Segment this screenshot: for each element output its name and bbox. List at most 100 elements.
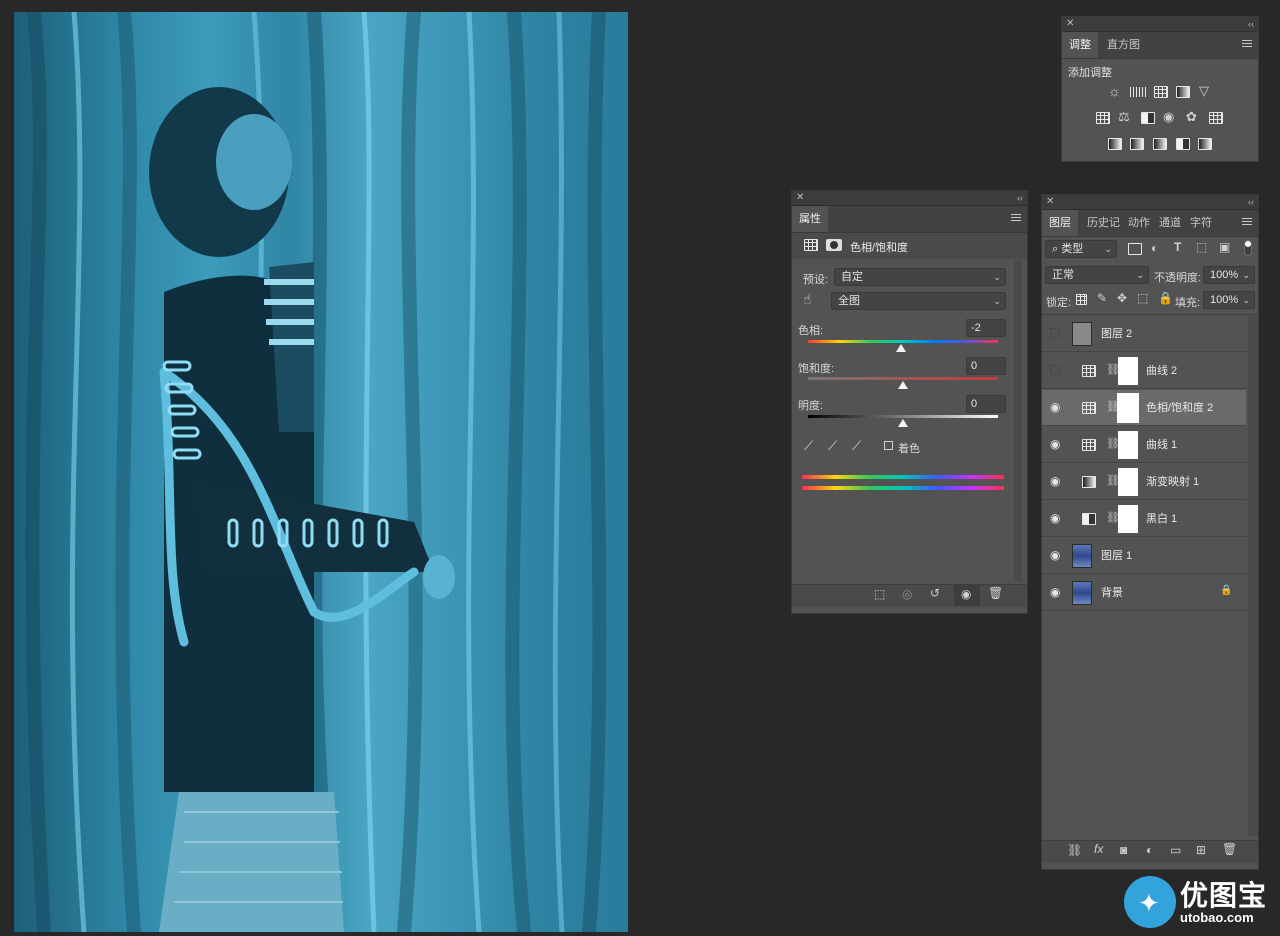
targeted-adjustment-hand-icon[interactable]: ☝ xyxy=(803,291,812,308)
eye-icon[interactable]: ◉ xyxy=(1050,437,1060,451)
saturation-slider-track[interactable] xyxy=(808,377,998,380)
tab-layers[interactable]: 图层 xyxy=(1042,210,1078,236)
tab-history[interactable]: 历史记 xyxy=(1080,210,1127,236)
eye-icon[interactable]: ◉ xyxy=(1050,400,1060,414)
tab-properties[interactable]: 属性 xyxy=(792,206,828,232)
close-icon[interactable]: ✕ xyxy=(796,191,804,205)
eye-icon[interactable]: ◉ xyxy=(1050,585,1060,599)
layer-name[interactable]: 曲线 1 xyxy=(1146,427,1177,463)
layer-name[interactable]: 图层 1 xyxy=(1101,538,1132,574)
layer-filter-dropdown[interactable]: ⌕ 类型 ⌄ xyxy=(1045,240,1117,258)
panel-menu-icon[interactable] xyxy=(1242,218,1252,227)
eye-icon[interactable]: ◉ xyxy=(1050,511,1060,525)
color-balance-icon[interactable]: ⚖ xyxy=(1118,109,1130,125)
layer-mask-thumbnail[interactable] xyxy=(1118,505,1138,533)
layer-row[interactable]: ◉ 背景 🔒 xyxy=(1042,575,1246,611)
clip-to-layer-icon[interactable]: ⬚ xyxy=(874,587,885,601)
layer-name[interactable]: 图层 2 xyxy=(1101,316,1132,352)
layer-name[interactable]: 渐变映射 1 xyxy=(1146,464,1199,500)
range-dropdown[interactable]: 全图 ⌄ xyxy=(831,292,1006,310)
blend-mode-dropdown[interactable]: 正常 ⌄ xyxy=(1045,266,1149,284)
lock-artboard-icon[interactable]: ⬚ xyxy=(1137,291,1148,305)
mask-icon[interactable] xyxy=(826,239,842,251)
layer-name[interactable]: 黑白 1 xyxy=(1146,501,1177,537)
link-layers-icon[interactable]: ⛓ xyxy=(1067,843,1082,857)
eyedropper-plus-icon[interactable]: ⟋ xyxy=(828,438,837,454)
layer-thumbnail[interactable] xyxy=(1072,581,1092,605)
layer-mask-thumbnail[interactable] xyxy=(1118,468,1138,496)
gradient-map-icon[interactable] xyxy=(1198,138,1212,150)
layer-row[interactable]: ⛓ 曲线 2 xyxy=(1042,353,1246,389)
hue-saturation-icon[interactable] xyxy=(1096,112,1110,124)
posterize-icon[interactable] xyxy=(1130,138,1144,150)
black-white-icon[interactable] xyxy=(1141,112,1155,124)
lightness-slider-thumb[interactable] xyxy=(898,419,908,427)
selective-color-icon[interactable] xyxy=(1176,138,1190,150)
new-layer-icon[interactable]: ⊞ xyxy=(1196,843,1206,857)
view-previous-icon[interactable]: ◎ xyxy=(902,587,912,601)
collapse-icon[interactable]: ‹‹ xyxy=(1248,195,1254,209)
reset-icon[interactable]: ↺ xyxy=(930,586,940,600)
lock-all-icon[interactable]: 🔒 xyxy=(1158,291,1173,305)
new-group-icon[interactable]: ▭ xyxy=(1170,843,1181,857)
layer-row[interactable]: 图层 2 xyxy=(1042,316,1246,352)
properties-scrollbar[interactable] xyxy=(1014,260,1022,582)
tab-adjustments[interactable]: 调整 xyxy=(1062,32,1098,58)
document-canvas[interactable] xyxy=(14,12,628,932)
hue-slider-track[interactable] xyxy=(808,340,998,343)
layer-row[interactable]: ◉ ⛓ 黑白 1 xyxy=(1042,501,1246,537)
filter-shape-icon[interactable]: ⬚ xyxy=(1196,240,1207,254)
layer-name[interactable]: 背景 xyxy=(1101,575,1123,611)
tab-histogram[interactable]: 直方图 xyxy=(1100,32,1147,58)
trash-icon[interactable]: 🗑 xyxy=(988,586,1003,600)
fill-field[interactable]: 100% ⌄ xyxy=(1203,291,1255,309)
lightness-field[interactable]: 0 xyxy=(966,395,1006,413)
opacity-field[interactable]: 100% ⌄ xyxy=(1203,266,1255,284)
add-mask-icon[interactable]: ◙ xyxy=(1120,843,1127,857)
layer-row[interactable]: ◉ 图层 1 xyxy=(1042,538,1246,574)
hue-slider-thumb[interactable] xyxy=(896,344,907,352)
layer-row[interactable]: ◉ ⛓ 曲线 1 xyxy=(1042,427,1246,463)
brightness-icon[interactable]: ☼ xyxy=(1108,83,1121,99)
panel-menu-icon[interactable] xyxy=(1011,214,1021,223)
layer-name[interactable]: 曲线 2 xyxy=(1146,353,1177,389)
invert-icon[interactable] xyxy=(1108,138,1122,150)
collapse-icon[interactable]: ‹‹ xyxy=(1017,191,1023,205)
filter-adjustment-icon[interactable]: ◐ xyxy=(1151,241,1158,255)
fx-icon[interactable]: fx xyxy=(1094,842,1103,856)
tab-character[interactable]: 字符 xyxy=(1183,210,1219,236)
collapse-icon[interactable]: ‹‹ xyxy=(1248,17,1254,31)
layer-thumbnail[interactable] xyxy=(1072,544,1092,568)
layer-mask-thumbnail[interactable] xyxy=(1117,393,1139,423)
visibility-toggle[interactable] xyxy=(1050,365,1060,375)
hue-field[interactable]: -2 xyxy=(966,319,1006,337)
filter-type-icon[interactable]: T xyxy=(1174,240,1181,254)
lightness-slider-track[interactable] xyxy=(808,415,998,418)
exposure-icon[interactable] xyxy=(1176,86,1190,98)
layer-mask-thumbnail[interactable] xyxy=(1118,357,1138,385)
photo-filter-icon[interactable]: ◉ xyxy=(1163,109,1174,125)
threshold-icon[interactable] xyxy=(1153,138,1167,150)
preset-dropdown[interactable]: 自定 ⌄ xyxy=(834,268,1006,286)
lock-pixels-icon[interactable]: ✎ xyxy=(1097,291,1107,305)
layers-scrollbar[interactable] xyxy=(1248,316,1258,836)
layer-thumbnail[interactable] xyxy=(1072,322,1092,346)
saturation-slider-thumb[interactable] xyxy=(898,381,908,389)
lock-transparent-icon[interactable] xyxy=(1076,294,1087,305)
layer-row[interactable]: ◉ ⛓ 色相/饱和度 2 xyxy=(1042,390,1246,426)
trash-icon[interactable]: 🗑 xyxy=(1222,842,1237,856)
eye-icon[interactable]: ◉ xyxy=(1050,474,1060,488)
layer-row[interactable]: ◉ ⛓ 渐变映射 1 xyxy=(1042,464,1246,500)
filter-toggle[interactable] xyxy=(1244,240,1252,256)
curves-icon[interactable] xyxy=(1154,86,1168,98)
eyedropper-icon[interactable]: ⟋ xyxy=(804,438,813,454)
saturation-field[interactable]: 0 xyxy=(966,357,1006,375)
close-icon[interactable]: ✕ xyxy=(1046,195,1054,209)
new-adjustment-layer-icon[interactable]: ◐ xyxy=(1146,843,1153,857)
visibility-toggle[interactable] xyxy=(1050,328,1060,338)
layer-mask-thumbnail[interactable] xyxy=(1118,431,1138,459)
layer-name[interactable]: 色相/饱和度 2 xyxy=(1146,390,1213,426)
lock-position-icon[interactable]: ✥ xyxy=(1117,291,1127,305)
color-lookup-icon[interactable] xyxy=(1209,112,1223,124)
colorize-checkbox[interactable] xyxy=(884,441,893,450)
